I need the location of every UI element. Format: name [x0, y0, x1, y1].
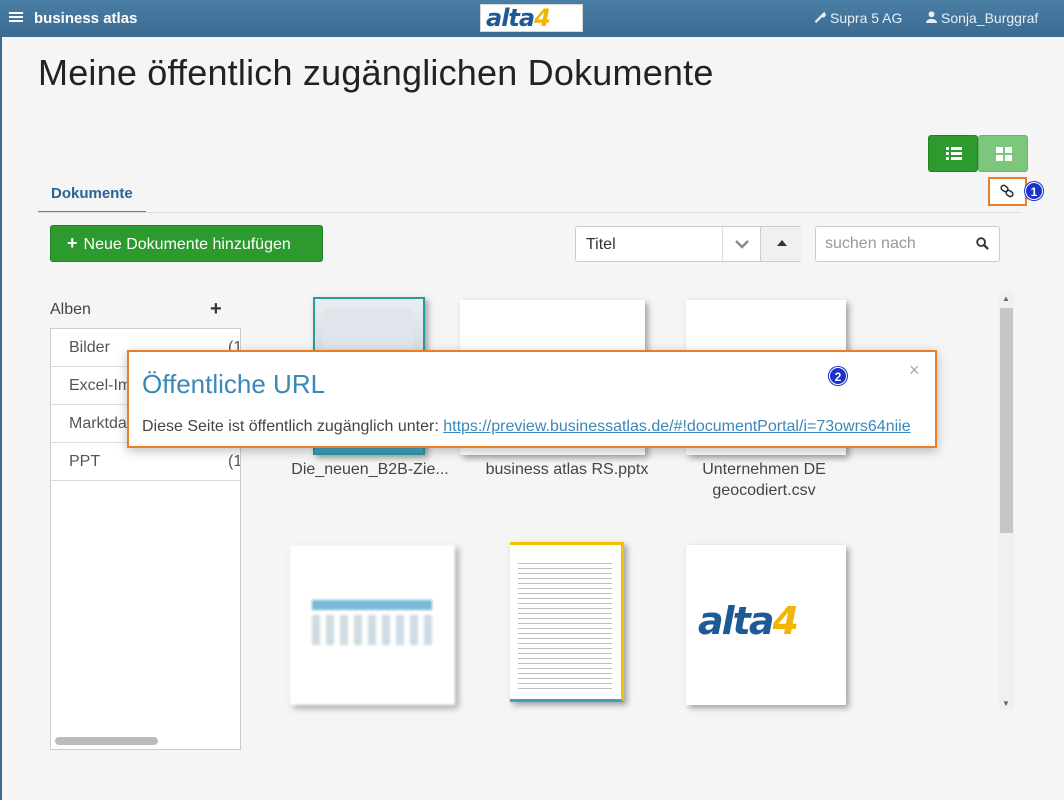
sort-direction-button[interactable]	[760, 227, 802, 261]
annotation-badge-2: 2	[829, 367, 847, 385]
grid-icon	[996, 147, 1012, 161]
document-preview-image	[323, 309, 413, 349]
wrench-icon	[813, 10, 826, 26]
tenant-name: Supra 5 AG	[830, 10, 903, 26]
popup-text: Diese Seite ist öffentlich zugänglich un…	[142, 418, 911, 436]
page-title: Meine öffentlich zugänglichen Dokumente	[38, 52, 714, 93]
album-horizontal-scrollbar[interactable]	[55, 737, 158, 745]
user-name: Sonja_Burggraf	[941, 10, 1039, 26]
document-thumbnail-text[interactable]	[510, 542, 624, 702]
sort-value: Titel	[586, 236, 616, 253]
alta4-logo: alta4	[480, 4, 583, 32]
chevron-down-icon[interactable]	[722, 227, 760, 261]
spreadsheet-preview-header	[312, 600, 432, 610]
add-documents-label: Neue Dokumente hinzufügen	[83, 236, 291, 253]
left-edge-divider	[0, 37, 2, 800]
plus-icon: +	[67, 233, 78, 253]
list-view-button[interactable]	[928, 135, 978, 172]
text-document-preview	[518, 563, 612, 691]
caret-up-icon	[776, 240, 787, 246]
user-icon	[926, 11, 937, 26]
user-menu[interactable]: Sonja_Burggraf	[926, 10, 1038, 26]
list-icon	[946, 147, 962, 161]
search-icon[interactable]	[976, 237, 989, 250]
album-label: Excel-Im	[69, 377, 132, 394]
scroll-up-icon[interactable]: ▲	[1002, 294, 1010, 303]
brand-name[interactable]: business atlas	[34, 10, 137, 27]
sort-select[interactable]: Titel	[575, 226, 802, 262]
close-icon[interactable]: ×	[909, 360, 920, 381]
tab-divider	[38, 212, 1020, 213]
album-label: PPT	[69, 453, 101, 470]
search-input[interactable]	[816, 227, 966, 261]
add-documents-button[interactable]: + Neue Dokumente hinzufügen	[50, 225, 323, 262]
public-url-popup: Öffentliche URL × Diese Seite ist öffent…	[127, 350, 937, 448]
public-url-link[interactable]: https://preview.businessatlas.de/#!docum…	[443, 418, 910, 435]
top-bar: business atlas alta4 Supra 5 AG Sonja_Bu…	[0, 0, 1064, 37]
tab-dokumente[interactable]: Dokumente	[38, 182, 146, 213]
album-label: Marktda	[69, 415, 127, 432]
document-thumbnail-spreadsheet[interactable]	[290, 545, 455, 705]
album-count: (1	[228, 453, 241, 470]
document-caption[interactable]: Die_neuen_B2B-Zie...	[285, 459, 455, 480]
tenant-menu[interactable]: Supra 5 AG	[813, 10, 902, 26]
link-icon	[1000, 184, 1014, 198]
album-label: Bilder	[69, 339, 110, 356]
spreadsheet-preview-rows	[312, 615, 432, 645]
scroll-down-icon[interactable]: ▼	[1002, 699, 1010, 708]
document-caption[interactable]: business atlas RS.pptx	[482, 459, 652, 480]
scrollbar-thumb[interactable]	[1000, 308, 1013, 533]
document-vertical-scrollbar[interactable]: ▲ ▼	[999, 292, 1014, 710]
search-box	[815, 226, 1000, 262]
albums-heading: Alben	[50, 301, 91, 318]
grid-view-button[interactable]	[978, 135, 1028, 172]
popup-title: Öffentliche URL	[142, 369, 326, 399]
add-album-icon[interactable]: +	[210, 298, 222, 321]
document-thumbnail-alta4-logo[interactable]: alta4	[686, 545, 846, 705]
annotation-badge-1: 1	[1025, 182, 1043, 200]
popup-message: Diese Seite ist öffentlich zugänglich un…	[142, 418, 444, 435]
public-link-button[interactable]	[988, 177, 1027, 206]
album-item-ppt[interactable]: PPT (1	[51, 443, 240, 481]
document-caption[interactable]: Unternehmen DE geocodiert.csv	[679, 459, 849, 501]
hamburger-menu-icon[interactable]	[9, 12, 23, 23]
alta4-logo-thumbnail: alta4	[698, 599, 799, 643]
